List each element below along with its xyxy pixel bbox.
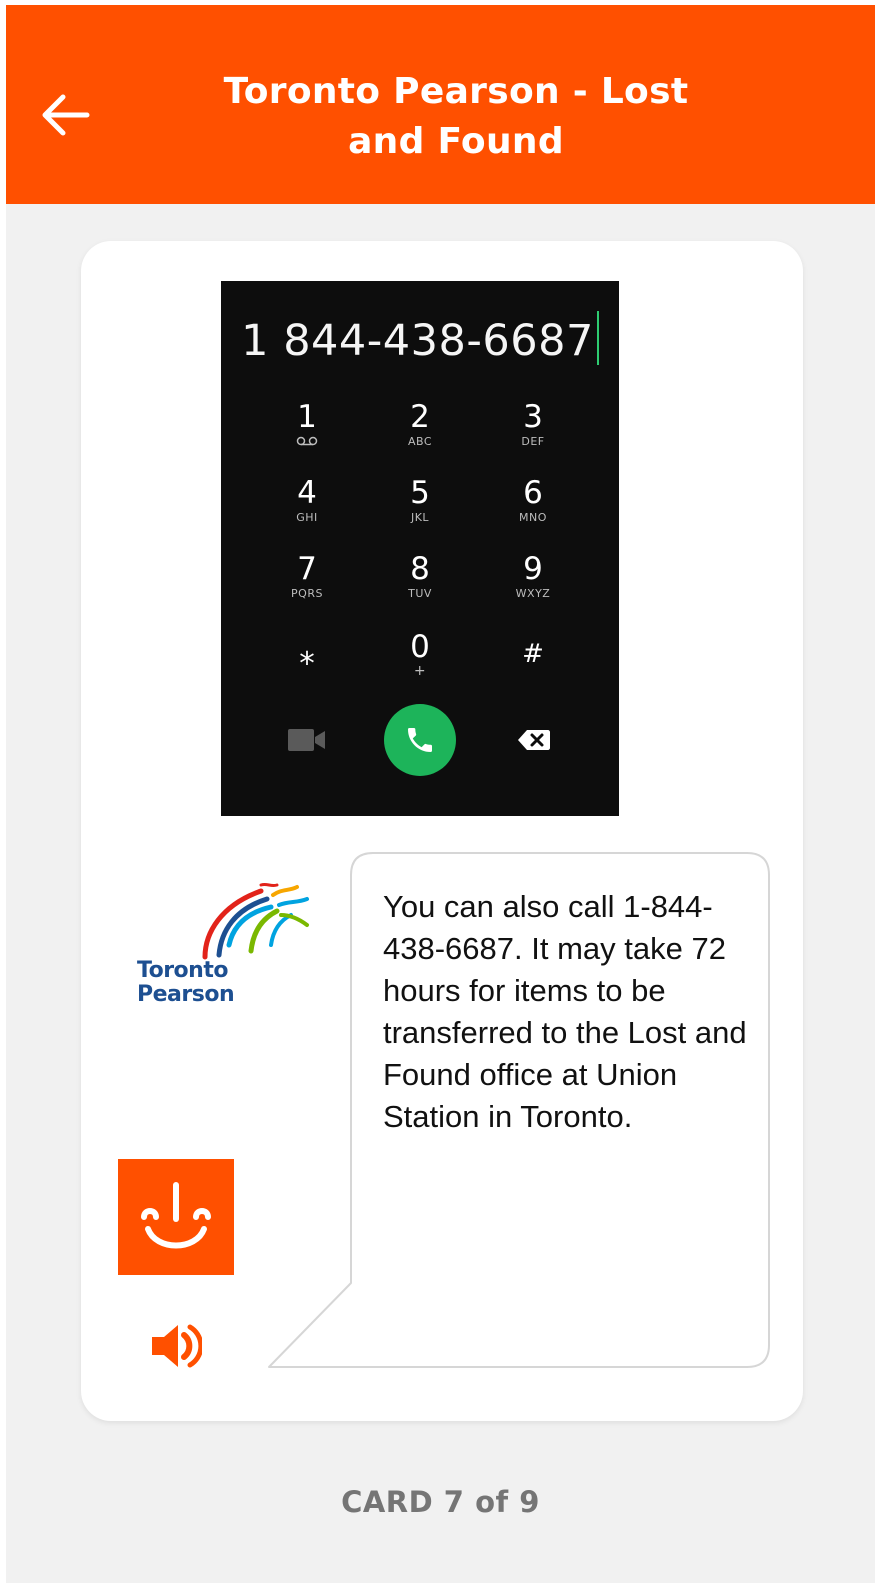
dial-key-letters: MNO [519,511,547,524]
dial-key-0[interactable]: 0 + [370,629,470,699]
voicemail-icon [296,436,318,446]
dial-key-letters: TUV [408,587,432,600]
dial-key-digit: 0 [410,629,430,665]
dial-key-star[interactable]: ⁎ [257,636,357,706]
dial-key-digit: 4 [297,475,317,511]
assistant-message: You can also call 1-844-438-6687. It may… [383,889,747,1134]
speaker-icon [152,1324,202,1368]
speaker-button[interactable] [146,1316,206,1376]
page-title: Toronto Pearson - Lost and Found [156,67,756,167]
dial-key-digit: ⁎ [299,636,315,672]
page-title-line-1: Toronto Pearson - Lost [223,71,689,112]
dial-key-digit: 9 [523,551,543,587]
phone-dialer-screenshot: 1 844-438-6687 1 2 ABC 3 DEF 4 GHI 5 JKL… [221,281,619,816]
dial-key-6[interactable]: 6 MNO [483,475,583,545]
assistant-avatar [118,1159,234,1275]
dial-key-9[interactable]: 9 WXYZ [483,551,583,621]
text-caret [596,311,599,365]
arrow-left-icon [42,94,90,136]
dial-key-letters: WXYZ [515,587,551,600]
backspace-button[interactable] [513,701,555,779]
page-title-line-2: and Found [348,121,564,162]
logo-text: Toronto Pearson [137,958,235,1007]
app-screen: Toronto Pearson - Lost and Found 1 844-4… [6,5,875,1583]
dial-key-digit: 8 [410,551,430,587]
dial-key-8[interactable]: 8 TUV [370,551,470,621]
video-camera-icon [288,729,325,751]
dial-key-letters: PQRS [291,587,323,600]
dialed-number: 1 844-438-6687 [221,311,619,366]
dial-key-letters: ABC [407,435,433,448]
dial-key-digit: 2 [410,399,430,435]
call-button[interactable] [384,701,456,779]
app-header: Toronto Pearson - Lost and Found [6,5,875,204]
dial-key-digit: 6 [523,475,543,511]
dial-key-7[interactable]: 7 PQRS [257,551,357,621]
content-card: 1 844-438-6687 1 2 ABC 3 DEF 4 GHI 5 JKL… [81,241,803,1421]
dial-key-2[interactable]: 2 ABC [370,399,470,469]
dial-key-digit: 1 [297,399,317,435]
logo-text-line-2: Pearson [137,982,235,1007]
card-counter: CARD 7 of 9 [341,1485,540,1519]
dial-key-digit: 3 [523,399,543,435]
smiling-face-icon [141,1182,211,1249]
dial-key-3[interactable]: 3 DEF [483,399,583,469]
dial-key-letters: DEF [521,435,545,448]
dial-key-digit: 5 [410,475,430,511]
dial-key-digit: 7 [297,551,317,587]
dial-key-5[interactable]: 5 JKL [370,475,470,545]
dial-key-4[interactable]: 4 GHI [257,475,357,545]
dial-key-1[interactable]: 1 [257,399,357,469]
video-call-button[interactable] [277,701,337,779]
backspace-icon [518,730,550,750]
dial-key-hash[interactable]: # [483,636,583,706]
dial-key-letters: + [413,663,427,679]
dial-key-digit: # [522,639,544,669]
dial-key-letters: JKL [410,511,430,524]
call-button-circle [384,704,456,776]
dial-key-letters: GHI [296,511,318,524]
logo-text-line-1: Toronto [137,958,228,983]
back-button[interactable] [36,85,96,145]
phone-icon [408,728,432,752]
